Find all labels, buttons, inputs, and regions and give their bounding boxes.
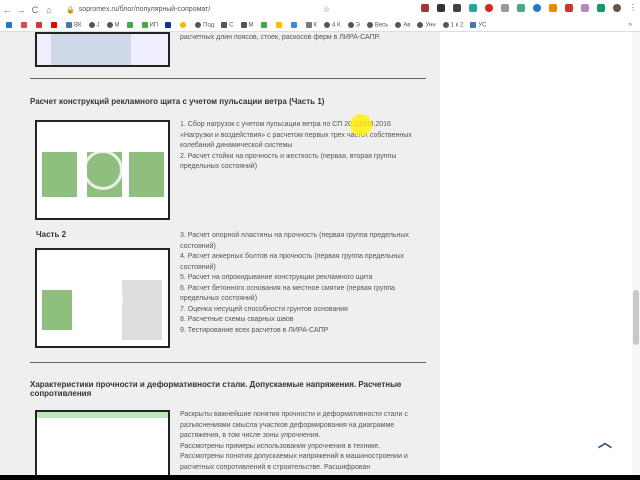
video-thumbnail-previous[interactable] (35, 32, 170, 67)
list-item: 1. Сбор нагрузок с учетом пульсации ветр… (180, 121, 412, 149)
previous-description: расчетных длин поясов, стоек, раскосов ф… (180, 34, 380, 41)
scroll-to-top-chevron-icon[interactable]: ︿ (598, 432, 612, 452)
bookmark[interactable]: Ав (395, 21, 410, 28)
bookmark[interactable] (36, 21, 44, 29)
bookmark[interactable]: УС (470, 21, 486, 28)
part1-list: 1. Сбор нагрузок с учетом пульсации ветр… (180, 120, 425, 173)
browser-toolbar: ← → C ⌂ 🔒 sopromex.ru/блог/популярный-со… (0, 0, 640, 19)
list-item: 2. Расчет стойки на прочность и жесткост… (180, 152, 397, 171)
home-icon[interactable]: ⌂ (42, 5, 56, 15)
list-item: 7. Оценка несущей способности грунтов ос… (180, 305, 348, 313)
bookmark[interactable] (21, 21, 29, 29)
lock-icon: 🔒 (66, 6, 75, 14)
bookmark[interactable]: Унн (417, 21, 436, 28)
bookmark[interactable] (6, 21, 14, 29)
bookmark[interactable] (51, 21, 59, 29)
extension-icon[interactable] (517, 4, 525, 12)
bookmark[interactable] (126, 21, 135, 29)
bookmark[interactable]: Под (195, 21, 214, 28)
bookmarks-bar: ВК J M ИП Под С М К 4 К Э Весь Ав Унн 1 … (0, 19, 640, 32)
list-item: 8. Расчетные схемы сварных швов (180, 316, 294, 323)
list-item: 3. Расчет опорной пластины на прочность … (180, 232, 409, 250)
list-item: 4. Расчет анкерных болтов на прочность (… (180, 253, 405, 271)
mouse-cursor-highlight (350, 114, 372, 136)
bookmark[interactable]: К (305, 21, 317, 28)
extension-icon[interactable] (453, 4, 461, 12)
extension-icon[interactable] (501, 4, 509, 12)
more-bookmarks-icon[interactable]: » (629, 22, 632, 28)
extension-icon[interactable] (421, 4, 429, 12)
bookmark[interactable]: Весь (366, 21, 388, 28)
part2-list: 3. Расчет опорной пластины на прочность … (180, 231, 425, 336)
avatar[interactable] (613, 4, 621, 12)
address-bar[interactable]: 🔒 sopromex.ru/блог/популярный-сопромат/ (66, 6, 316, 14)
back-icon[interactable]: ← (0, 5, 14, 15)
extension-icon[interactable] (469, 4, 477, 12)
bottom-bar (0, 475, 640, 480)
extensions: ⋮ (421, 4, 637, 12)
paragraph: Раскрыты важнейшие понятия прочности и д… (180, 411, 408, 439)
paragraph: Рассмотрены примеры использования упрочн… (180, 442, 381, 450)
bookmark[interactable]: 4 К (324, 21, 341, 28)
extension-icon[interactable] (485, 4, 493, 12)
extension-icon[interactable] (437, 4, 445, 12)
article-title-steel[interactable]: Характеристики прочности и деформативнос… (30, 380, 410, 398)
extension-icon[interactable] (533, 4, 541, 12)
bookmark[interactable]: М (240, 21, 254, 28)
bookmark[interactable]: Э (347, 21, 360, 28)
bookmark[interactable] (260, 21, 269, 29)
bookmark[interactable]: 1 к 2 (442, 21, 463, 28)
scrollbar[interactable] (632, 32, 640, 475)
bookmark[interactable]: J (88, 21, 100, 28)
list-item: 6. Расчет бетонного основания на местное… (180, 284, 395, 303)
video-thumbnail-part2[interactable] (35, 248, 170, 348)
bookmark[interactable] (180, 21, 188, 29)
divider (30, 78, 426, 79)
paragraph: Рассмотрены понятия допускаемых напряжен… (180, 453, 408, 471)
bookmark[interactable] (165, 21, 173, 29)
article-title-billboard[interactable]: Расчет конструкций рекламного щита с уче… (30, 97, 410, 106)
extension-icon[interactable] (549, 4, 557, 12)
scrollbar-thumb[interactable] (633, 290, 639, 345)
forward-icon[interactable]: → (14, 5, 28, 15)
menu-icon[interactable]: ⋮ (629, 4, 637, 12)
steel-description: Раскрыты важнейшие понятия прочности и д… (180, 410, 425, 473)
bookmark[interactable] (275, 21, 284, 29)
bookmark[interactable]: С (221, 21, 234, 28)
bookmark[interactable] (290, 21, 299, 29)
extension-icon[interactable] (565, 4, 573, 12)
bookmark[interactable]: ИП (141, 21, 158, 28)
star-icon[interactable]: ☆ (323, 5, 330, 14)
extension-icon[interactable] (581, 4, 589, 12)
extension-icon[interactable] (597, 4, 605, 12)
bookmark[interactable]: M (106, 21, 120, 28)
url-text: sopromex.ru/блог/популярный-сопромат/ (78, 6, 211, 13)
video-thumbnail-steel[interactable] (35, 410, 170, 480)
video-thumbnail-part1[interactable] (35, 120, 170, 220)
reload-icon[interactable]: C (28, 5, 42, 15)
bookmark[interactable]: ВК (66, 21, 82, 28)
list-item: 9. Тестирование всех расчетов в ЛИРА-САП… (180, 326, 329, 334)
divider (30, 362, 426, 363)
list-item: 5. Расчет на опрокидывание конструкции р… (180, 274, 373, 281)
